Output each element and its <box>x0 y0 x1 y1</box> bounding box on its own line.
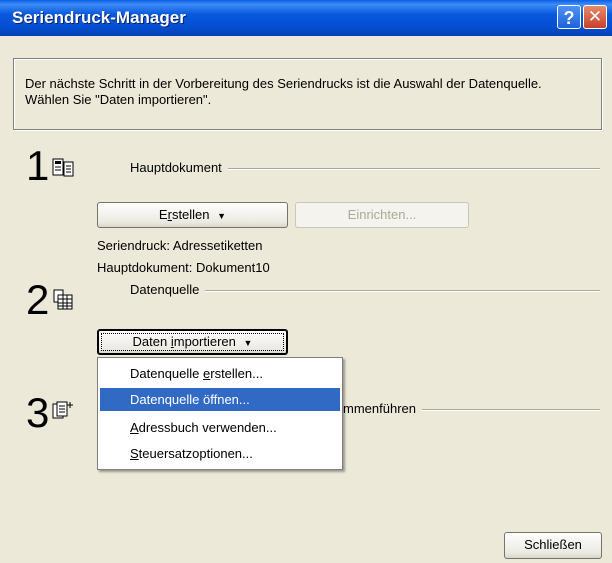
merge-type-info: Seriendruck: Adressetiketten <box>97 238 263 253</box>
step-1-number: 1 <box>26 142 50 189</box>
menu-item-use-address-book[interactable]: Adressbuch verwenden... <box>100 416 340 439</box>
menu-item-accel: A <box>130 420 139 435</box>
setup-button[interactable]: Einrichten... <box>295 202 469 228</box>
data-source-icon <box>53 289 73 310</box>
merge-icon <box>52 401 73 419</box>
window-title: Seriendruck-Manager <box>12 8 186 27</box>
menu-item-label-b: dressbuch verwenden... <box>138 420 277 435</box>
menu-item-label-a: Datenquelle <box>130 366 203 381</box>
main-document-info: Hauptdokument: Dokument10 <box>97 260 270 275</box>
close-button[interactable]: Schließen <box>504 532 602 559</box>
create-button-label-b: stellen <box>171 207 210 222</box>
mail-merge-dialog: Seriendruck-Manager ? ✕ Der nächste Schr… <box>0 0 612 563</box>
section-1-label: Hauptdokument <box>130 160 228 175</box>
create-button-label-a: E <box>158 207 168 222</box>
title-bar[interactable]: Seriendruck-Manager ? ✕ <box>0 0 612 36</box>
menu-item-header-options[interactable]: Steuersatzoptionen... <box>100 442 340 465</box>
close-window-button[interactable]: ✕ <box>583 5 607 29</box>
menu-item-accel: S <box>130 446 139 461</box>
section-2-label: Datenquelle <box>130 282 206 297</box>
import-data-button[interactable]: Daten importieren ▼ <box>97 329 288 355</box>
main-document-icon <box>52 158 74 177</box>
step-2-number: 2 <box>26 276 50 323</box>
instructions-text: Der nächste Schritt in der Vorbereitung … <box>25 76 542 107</box>
instructions-box: Der nächste Schritt in der Vorbereitung … <box>13 58 602 130</box>
chevron-down-icon: ▼ <box>217 211 227 221</box>
create-button[interactable]: Erstellen ▼ <box>97 202 288 228</box>
menu-item-label-a: Datenquelle <box>130 392 203 407</box>
step-3-number: 3 <box>26 389 50 436</box>
menu-item-label-b: rstellen... <box>210 366 263 381</box>
section-3-label: mmenführen <box>343 401 422 416</box>
import-data-menu: Datenquelle erstellen... Datenquelle öff… <box>97 357 343 470</box>
close-icon: ✕ <box>587 7 603 26</box>
menu-item-label-b: ffnen... <box>210 392 250 407</box>
focus-ring <box>101 333 284 351</box>
help-button[interactable]: ? <box>557 5 581 29</box>
menu-item-label-b: teuersatzoptionen... <box>138 446 253 461</box>
help-icon: ? <box>563 8 575 28</box>
menu-item-create-data-source[interactable]: Datenquelle erstellen... <box>100 362 340 385</box>
menu-item-open-data-source[interactable]: Datenquelle öffnen... <box>100 388 340 411</box>
